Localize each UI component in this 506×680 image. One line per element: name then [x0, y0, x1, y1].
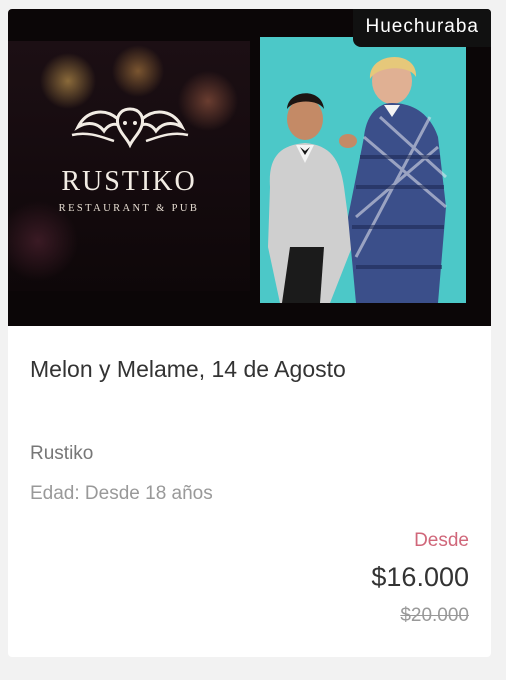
- performers-illustration: [260, 37, 466, 303]
- event-image[interactable]: RUSTIKO RESTAURANT & PUB Huechuraba: [8, 9, 491, 326]
- event-title[interactable]: Melon y Melame, 14 de Agosto: [30, 356, 346, 383]
- location-badge: Huechuraba: [353, 9, 491, 47]
- event-card[interactable]: RUSTIKO RESTAURANT & PUB Huechuraba Melo…: [8, 9, 491, 657]
- event-venue: Rustiko: [30, 443, 94, 464]
- performers-photo: [260, 37, 466, 303]
- current-price: $16.000: [371, 562, 469, 592]
- price-prefix: Desde: [414, 530, 469, 551]
- rustiko-logo-panel: RUSTIKO RESTAURANT & PUB: [8, 41, 250, 291]
- logo-subtitle: RESTAURANT & PUB: [58, 203, 200, 214]
- logo-wordmark: RUSTIKO: [61, 166, 197, 197]
- event-age-restriction: Edad: Desde 18 años: [30, 483, 213, 504]
- original-price: $20.000: [400, 605, 469, 626]
- ram-emblem-icon: [71, 107, 189, 149]
- event-details: Melon y Melame, 14 de Agosto Rustiko Eda…: [8, 326, 491, 657]
